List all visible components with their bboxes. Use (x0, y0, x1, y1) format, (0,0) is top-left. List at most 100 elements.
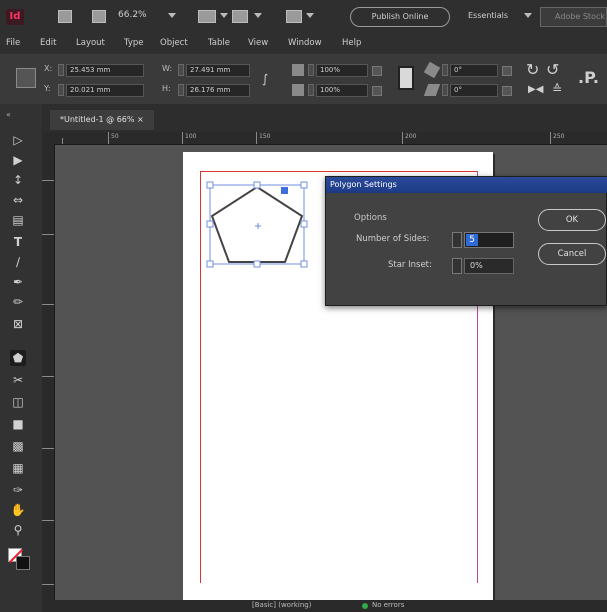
scale-x-dropdown-icon[interactable] (372, 66, 382, 76)
selection-handle[interactable] (300, 181, 308, 189)
content-collector-icon[interactable]: ▤ (10, 212, 26, 228)
y-stepper[interactable] (58, 84, 64, 96)
zoom-level[interactable]: 66.2% (118, 10, 147, 20)
flip-horizontal-icon[interactable]: ▶◀ (528, 84, 543, 95)
scale-y-stepper[interactable] (308, 84, 314, 96)
direct-selection-tool-icon[interactable]: ▶ (10, 152, 26, 168)
note-tool-icon[interactable]: ▦ (10, 460, 26, 476)
menu-layout[interactable]: Layout (76, 38, 105, 48)
status-text[interactable]: [Basic] (working) (252, 601, 311, 609)
menu-file[interactable]: File (6, 38, 20, 48)
gradient-feather-tool-icon[interactable]: ▩ (10, 438, 26, 454)
shear-field[interactable]: 0° (450, 84, 498, 97)
view-options-icon[interactable] (198, 10, 216, 23)
rotate-dropdown-icon[interactable] (502, 66, 512, 76)
number-of-sides-field[interactable]: 5 (464, 232, 514, 248)
selection-handle[interactable] (253, 181, 261, 189)
w-stepper[interactable] (178, 64, 184, 76)
screen-mode-dropdown-icon[interactable] (254, 13, 262, 18)
vertical-ruler[interactable] (42, 144, 55, 612)
ruler-tick (42, 304, 54, 305)
gradient-swatch-tool-icon[interactable]: ■ (10, 416, 26, 432)
ruler-number: 200 (405, 133, 417, 140)
gap-tool-icon[interactable]: ⇔ (10, 192, 26, 208)
selection-handle[interactable] (206, 181, 214, 189)
ok-button[interactable]: OK (538, 209, 606, 231)
type-tool-icon[interactable]: T (10, 234, 26, 250)
scale-x-field[interactable]: 100% (316, 64, 368, 77)
screen-mode-icon[interactable] (232, 10, 248, 23)
menu-type[interactable]: Type (124, 38, 144, 48)
rotate-90-cw-icon[interactable]: ↻ (526, 60, 539, 79)
rotate-90-ccw-icon[interactable]: ↺ (546, 60, 559, 79)
bridge-icon[interactable] (58, 10, 72, 23)
view-dropdown-icon[interactable] (220, 13, 228, 18)
polygon-tool-icon[interactable]: ⬟ (10, 350, 26, 366)
constrain-proportions-icon[interactable]: ∫ (262, 72, 268, 86)
x-stepper[interactable] (58, 64, 64, 76)
arrange-dropdown-icon[interactable] (306, 13, 314, 18)
cancel-button[interactable]: Cancel (538, 243, 606, 265)
pen-tool-icon[interactable]: ✒ (10, 274, 26, 290)
publish-online-button[interactable]: Publish Online (350, 7, 450, 27)
hand-tool-icon[interactable]: ✋ (10, 502, 26, 518)
rotate-field[interactable]: 0° (450, 64, 498, 77)
pentagon-shape[interactable] (210, 185, 304, 263)
rotate-stepper[interactable] (442, 64, 448, 76)
menu-edit[interactable]: Edit (40, 38, 56, 48)
corner-options-handle[interactable] (281, 187, 288, 194)
selection-tool-icon[interactable]: ▷ (10, 132, 26, 148)
star-inset-stepper[interactable] (452, 258, 462, 274)
selection-handle[interactable] (300, 260, 308, 268)
width-field[interactable]: 27.491 mm (186, 64, 250, 77)
star-inset-field[interactable]: 0% (464, 258, 514, 274)
menu-help[interactable]: Help (342, 38, 361, 48)
selection-handle[interactable] (206, 220, 214, 228)
select-container-icon[interactable]: .P. (578, 68, 599, 87)
workspace-dropdown-icon[interactable] (524, 13, 532, 18)
rectangle-frame-tool-icon[interactable]: ⊠ (10, 316, 26, 332)
y-field[interactable]: 20.021 mm (66, 84, 144, 97)
horizontal-ruler[interactable]: 50 100 150 200 250 (42, 132, 607, 145)
frame-type-icon[interactable] (398, 66, 414, 90)
scale-x-stepper[interactable] (308, 64, 314, 76)
free-transform-tool-icon[interactable]: ◫ (10, 394, 26, 410)
zoom-dropdown-icon[interactable] (168, 13, 176, 18)
number-of-sides-stepper[interactable] (452, 232, 462, 248)
zoom-tool-icon[interactable]: ⚲ (10, 522, 26, 538)
shear-stepper[interactable] (442, 84, 448, 96)
line-tool-icon[interactable]: ∕ (10, 254, 26, 270)
scale-y-field[interactable]: 100% (316, 84, 368, 97)
arrange-documents-icon[interactable] (286, 10, 302, 23)
stroke-swatch[interactable] (16, 556, 30, 570)
menu-object[interactable]: Object (160, 38, 188, 48)
x-field[interactable]: 25.453 mm (66, 64, 144, 77)
flip-vertical-icon[interactable]: ≙ (552, 82, 562, 96)
menu-view[interactable]: View (248, 38, 268, 48)
height-field[interactable]: 26.176 mm (186, 84, 250, 97)
selection-handle[interactable] (300, 220, 308, 228)
workspace-switcher[interactable]: Essentials (468, 11, 508, 20)
fill-stroke-swatches[interactable] (8, 548, 30, 570)
stock-icon[interactable] (92, 10, 106, 23)
scissors-tool-icon[interactable]: ✂ (10, 372, 26, 388)
reference-point-icon[interactable] (16, 68, 36, 88)
eyedropper-tool-icon[interactable]: ✑ (10, 482, 26, 498)
document-tab[interactable]: *Untitled-1 @ 66% × (50, 110, 154, 130)
menu-window[interactable]: Window (288, 38, 322, 48)
stock-search-input[interactable]: Adobe Stock (540, 7, 607, 27)
collapse-panel-icon[interactable]: « (6, 110, 11, 119)
scale-y-dropdown-icon[interactable] (372, 86, 382, 96)
polygon-frame[interactable] (205, 178, 315, 270)
preflight-status-text[interactable]: No errors (372, 601, 404, 609)
h-stepper[interactable] (178, 84, 184, 96)
page-tool-icon[interactable]: ↕ (10, 172, 26, 188)
pencil-tool-icon[interactable]: ✏ (10, 294, 26, 310)
selection-handle[interactable] (206, 260, 214, 268)
selection-handle[interactable] (253, 260, 261, 268)
menu-table[interactable]: Table (208, 38, 230, 48)
publish-online-label: Publish Online (371, 12, 429, 21)
shear-dropdown-icon[interactable] (502, 86, 512, 96)
dialog-title[interactable]: Polygon Settings (326, 177, 607, 193)
scale-x-icon (292, 64, 304, 76)
